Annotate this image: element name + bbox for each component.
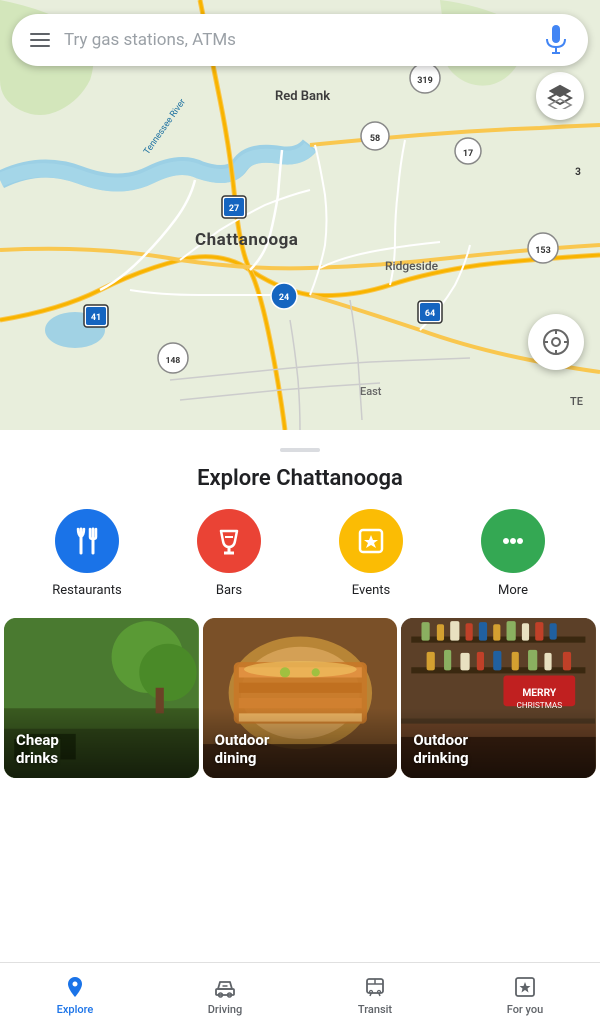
svg-text:27: 27: [229, 204, 239, 214]
category-bars[interactable]: Bars: [189, 509, 269, 598]
categories-row: Restaurants Bars Events: [0, 509, 600, 618]
svg-text:Ridgeside: Ridgeside: [385, 259, 439, 273]
bars-icon: [197, 509, 261, 573]
explore-section: Explore Chattanooga Restaurants: [0, 430, 600, 798]
card-outdoor-dining[interactable]: Outdoor dining: [203, 618, 398, 778]
explore-title: Explore Chattanooga: [0, 452, 600, 509]
category-more[interactable]: More: [473, 509, 553, 598]
svg-text:TE: TE: [570, 395, 583, 408]
events-label: Events: [352, 583, 390, 598]
for-you-nav-icon: [513, 975, 537, 999]
svg-text:41: 41: [91, 313, 101, 323]
svg-text:148: 148: [166, 356, 181, 366]
restaurants-label: Restaurants: [52, 583, 121, 598]
bars-label: Bars: [216, 583, 242, 598]
transit-nav-label: Transit: [358, 1003, 392, 1016]
svg-text:58: 58: [370, 134, 380, 144]
svg-text:24: 24: [279, 293, 289, 303]
events-icon: [339, 509, 403, 573]
transit-nav-icon: [363, 975, 387, 999]
more-icon: [481, 509, 545, 573]
nav-driving[interactable]: Driving: [150, 967, 300, 1024]
svg-text:64: 64: [425, 309, 435, 319]
svg-text:319: 319: [417, 76, 433, 86]
driving-nav-icon: [213, 975, 237, 999]
nav-transit[interactable]: Transit: [300, 967, 450, 1024]
cheap-drinks-label: Cheap drinks: [16, 731, 59, 769]
explore-nav-label: Explore: [57, 1003, 94, 1016]
search-bar[interactable]: Try gas stations, ATMs: [12, 14, 588, 66]
card-outdoor-drinking[interactable]: MERRY CHRISTMAS Outdoor drinking: [401, 618, 596, 778]
map-view: 319 58 17 3 153 27 41 24 64 148 Chattano…: [0, 0, 600, 430]
svg-text:3: 3: [575, 167, 581, 178]
svg-text:17: 17: [463, 149, 473, 159]
photo-cards-row: Cheap drinks: [0, 618, 600, 798]
category-restaurants[interactable]: Restaurants: [47, 509, 127, 598]
outdoor-dining-label: Outdoor dining: [215, 731, 270, 769]
svg-text:MERRY: MERRY: [523, 686, 558, 699]
explore-nav-icon: [63, 975, 87, 999]
svg-text:Red Bank: Red Bank: [275, 89, 330, 104]
bottom-nav: Explore Driving Tr: [0, 962, 600, 1027]
search-placeholder[interactable]: Try gas stations, ATMs: [64, 30, 542, 50]
svg-text:Chattanooga: Chattanooga: [195, 230, 298, 250]
category-events[interactable]: Events: [331, 509, 411, 598]
map-layers-button[interactable]: [536, 72, 584, 120]
nav-explore[interactable]: Explore: [0, 967, 150, 1024]
for-you-nav-label: For you: [507, 1003, 543, 1016]
outdoor-drinking-label: Outdoor drinking: [413, 731, 468, 769]
svg-text:East: East: [360, 385, 382, 398]
card-cheap-drinks[interactable]: Cheap drinks: [4, 618, 199, 778]
menu-button[interactable]: [30, 29, 50, 51]
nav-for-you[interactable]: For you: [450, 967, 600, 1024]
svg-text:153: 153: [535, 246, 551, 256]
driving-nav-label: Driving: [208, 1003, 243, 1016]
more-label: More: [498, 583, 528, 598]
mic-button[interactable]: [542, 26, 570, 54]
map-location-button[interactable]: [528, 314, 584, 370]
restaurants-icon: [55, 509, 119, 573]
